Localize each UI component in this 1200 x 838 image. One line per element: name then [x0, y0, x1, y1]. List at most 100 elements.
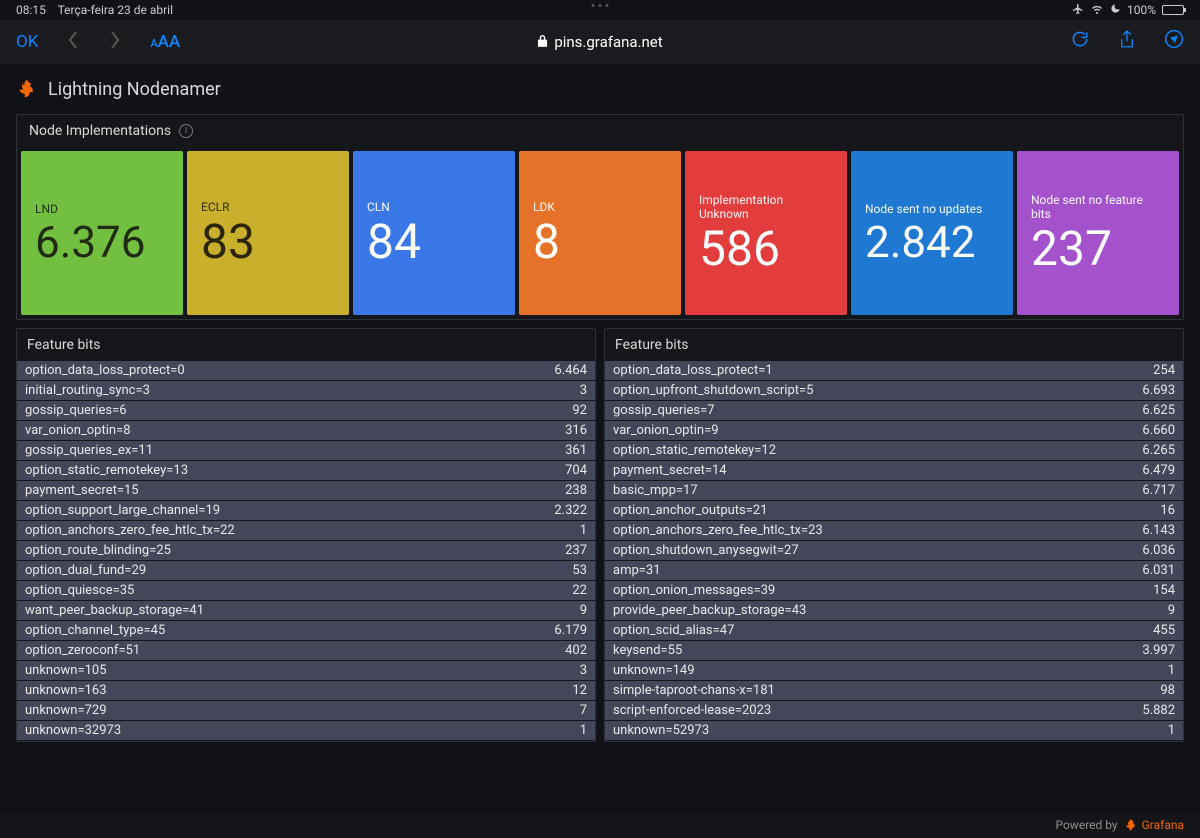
done-button[interactable]: OK: [16, 32, 38, 52]
row-key: want_peer_backup_storage=41: [25, 603, 204, 618]
row-value: 361: [557, 443, 587, 458]
table-row[interactable]: option_static_remotekey=13704: [17, 461, 595, 480]
table-row[interactable]: unknown=329731: [17, 721, 595, 740]
dashboard-header: Lightning Nodenamer: [0, 64, 1200, 114]
table-row[interactable]: keysend=553.997: [605, 641, 1183, 660]
moon-icon: [1110, 3, 1121, 17]
table-row[interactable]: script-enforced-lease=20235.882: [605, 701, 1183, 720]
airplane-icon: [1072, 3, 1084, 18]
table-row[interactable]: payment_secret=146.479: [605, 461, 1183, 480]
grafana-icon: [16, 78, 38, 100]
table-row[interactable]: basic_mpp=176.717: [605, 481, 1183, 500]
row-value: 1: [1160, 723, 1175, 738]
table-row[interactable]: payment_secret=15238: [17, 481, 595, 500]
table-row[interactable]: option_upfront_shutdown_script=56.693: [605, 381, 1183, 400]
table-row[interactable]: gossip_queries=692: [17, 401, 595, 420]
row-node-implementations: Node Implementations i LND6.376 ECLR 83 CLN…: [16, 114, 1184, 320]
text-size-button[interactable]: AAA: [150, 32, 180, 52]
table-row[interactable]: option_anchors_zero_fee_htlc_tx=221: [17, 521, 595, 540]
table-row[interactable]: option_anchors_zero_fee_htlc_tx=236.143: [605, 521, 1183, 540]
wifi-icon: [1090, 3, 1104, 18]
row-key: initial_routing_sync=3: [25, 383, 150, 398]
table-title: Feature bits: [605, 329, 1183, 361]
stat-value: 83: [201, 218, 335, 266]
table-row[interactable]: initial_routing_sync=3 3: [17, 381, 595, 400]
row-value: 7: [572, 703, 587, 718]
table-row[interactable]: var_onion_optin=96.660: [605, 421, 1183, 440]
table-row[interactable]: option_static_remotekey=126.265: [605, 441, 1183, 460]
info-icon[interactable]: i: [179, 124, 193, 138]
stat-panel[interactable]: CLN84: [353, 151, 515, 315]
row-key: option_support_large_channel=19: [25, 503, 220, 518]
table-row[interactable]: option_onion_messages=39154: [605, 581, 1183, 600]
table-row[interactable]: gossip_queries_ex=11 361: [17, 441, 595, 460]
table-row[interactable]: unknown=7297: [17, 701, 595, 720]
status-time: 08:15: [16, 3, 46, 17]
row-header[interactable]: Node Implementations i: [17, 115, 1183, 147]
tables-row: Feature bits option_data_loss_protect=06.…: [16, 328, 1184, 742]
row-key: gossip_queries=7: [613, 403, 715, 418]
table-row[interactable]: simple-taproot-chans-x=18198: [605, 681, 1183, 700]
table-row[interactable]: provide_peer_backup_storage=439: [605, 601, 1183, 620]
row-key: option_static_remotekey=13: [25, 463, 188, 478]
stat-value: 84: [367, 218, 501, 266]
table-row[interactable]: want_peer_backup_storage=419: [17, 601, 595, 620]
table-row[interactable]: option_data_loss_protect=1254: [605, 361, 1183, 380]
table-row[interactable]: var_onion_optin=8316: [17, 421, 595, 440]
forward-button[interactable]: [108, 30, 122, 55]
table-row[interactable]: unknown=16312: [17, 681, 595, 700]
table-panel: Feature bitsoption_data_loss_protect=125…: [604, 328, 1184, 742]
footer: Powered by Grafana: [0, 812, 1200, 838]
row-key: amp=31: [613, 563, 661, 578]
share-button[interactable]: [1118, 29, 1136, 56]
table-row[interactable]: unknown=529731: [605, 721, 1183, 740]
status-right: 100%: [1072, 3, 1184, 18]
row-key: gossip_queries_ex=11: [25, 443, 153, 458]
back-button[interactable]: [66, 30, 80, 55]
compass-icon[interactable]: [1164, 29, 1184, 56]
table-row[interactable]: unknown=1053: [17, 661, 595, 680]
stat-panel[interactable]: Implementation Unknown586: [685, 151, 847, 315]
stat-panel[interactable]: LND6.376: [21, 151, 183, 315]
table-row[interactable]: option_quiesce=3522: [17, 581, 595, 600]
row-title: Node Implementations: [29, 123, 171, 139]
url-text: pins.grafana.net: [554, 33, 662, 51]
table-row[interactable]: gossip_queries=76.625: [605, 401, 1183, 420]
row-value: 2.322: [546, 503, 587, 518]
stat-panel[interactable]: ECLR 83: [187, 151, 349, 315]
stat-panel[interactable]: Node sent no feature bits237: [1017, 151, 1179, 315]
stat-panel[interactable]: LDK8: [519, 151, 681, 315]
table-row[interactable]: option_support_large_channel=19 2.322: [17, 501, 595, 520]
row-value: 237: [557, 543, 587, 558]
footer-brand[interactable]: Grafana: [1124, 818, 1184, 832]
row-key: var_onion_optin=9: [613, 423, 719, 438]
row-value: 6.143: [1134, 523, 1175, 538]
row-key: option_anchor_outputs=21: [613, 503, 768, 518]
table-row[interactable]: amp=316.031: [605, 561, 1183, 580]
table-row[interactable]: unknown=1491: [605, 661, 1183, 680]
table-row[interactable]: option_route_blinding=25 237: [17, 541, 595, 560]
url-bar[interactable]: pins.grafana.net: [308, 33, 892, 51]
row-key: payment_secret=15: [25, 483, 139, 498]
table-row[interactable]: option_anchor_outputs=2116: [605, 501, 1183, 520]
stat-value: 586: [699, 225, 833, 273]
table-row[interactable]: option_channel_type=456.179: [17, 621, 595, 640]
row-value: 3: [572, 383, 587, 398]
table-row[interactable]: option_data_loss_protect=06.464: [17, 361, 595, 380]
table-row[interactable]: option_scid_alias=47455: [605, 621, 1183, 640]
row-value: 53: [564, 563, 587, 578]
row-key: unknown=32973: [25, 723, 121, 738]
safari-nav-bar: OK AAA pins.grafana.net: [0, 20, 1200, 64]
table-row[interactable]: option_shutdown_anysegwit=276.036: [605, 541, 1183, 560]
battery-icon: [1162, 5, 1184, 15]
table-row[interactable]: option_zeroconf=51402: [17, 641, 595, 660]
row-value: 3: [572, 663, 587, 678]
stat-panel[interactable]: Node sent no updates2.842: [851, 151, 1013, 315]
stat-label: Node sent no updates: [865, 202, 999, 216]
row-key: option_route_blinding=25: [25, 543, 171, 558]
table-row[interactable]: option_dual_fund=2953: [17, 561, 595, 580]
row-key: simple-taproot-chans-x=181: [613, 683, 775, 698]
reload-button[interactable]: [1070, 29, 1090, 56]
stat-label: ECLR: [201, 200, 335, 214]
row-value: 1: [1160, 663, 1175, 678]
